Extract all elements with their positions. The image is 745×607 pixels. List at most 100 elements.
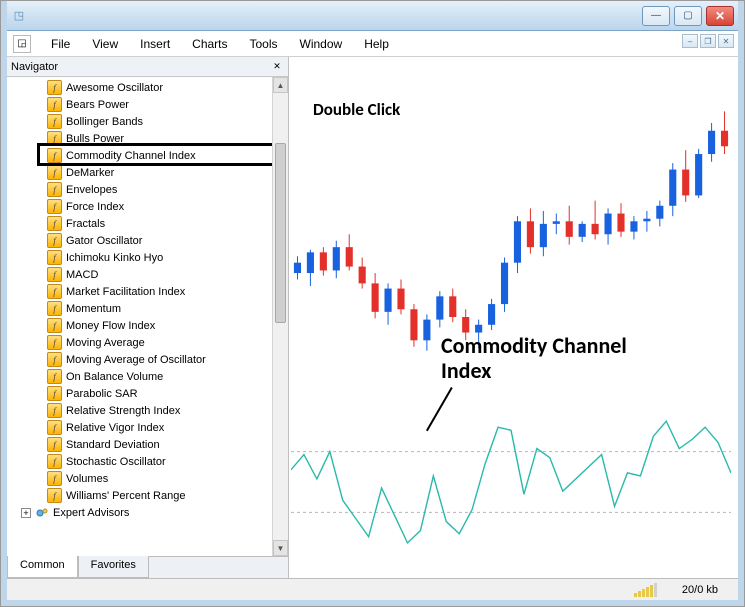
indicator-item[interactable]: fBulls Power xyxy=(15,130,272,147)
indicator-item[interactable]: fGator Oscillator xyxy=(15,232,272,249)
indicator-icon: f xyxy=(47,403,62,418)
tab-favorites[interactable]: Favorites xyxy=(78,556,149,578)
indicator-item[interactable]: f Bears Power xyxy=(15,96,272,113)
indicator-label: Gator Oscillator xyxy=(66,235,142,247)
indicator-icon: f xyxy=(47,148,62,163)
cci-chart xyxy=(291,412,731,552)
indicator-item[interactable]: f Stochastic Oscillator xyxy=(15,453,272,470)
indicator-item[interactable]: f Force Index xyxy=(15,198,272,215)
indicator-item[interactable]: fDeMarker xyxy=(15,164,272,181)
navigator-title-text: Navigator xyxy=(11,61,58,73)
indicator-item[interactable]: f Commodity Channel Index xyxy=(15,147,272,164)
mdi-minimize-button[interactable]: – xyxy=(682,34,698,48)
menu-help[interactable]: Help xyxy=(354,34,399,54)
indicator-icon: f xyxy=(47,284,62,299)
indicator-icon: f xyxy=(47,301,62,316)
indicator-icon: f xyxy=(47,216,62,231)
indicator-item[interactable]: fParabolic SAR xyxy=(15,385,272,402)
indicator-label: Bears Power xyxy=(66,99,129,111)
minimize-button[interactable]: — xyxy=(642,6,670,26)
mdi-restore-button[interactable]: ❐ xyxy=(700,34,716,48)
indicator-item[interactable]: f Ichimoku Kinko Hyo xyxy=(15,249,272,266)
navigator-close-button[interactable]: ✕ xyxy=(270,60,284,74)
indicator-label: Commodity Channel Index xyxy=(66,150,196,162)
chart-area[interactable]: Double Click Commodity Channel Index xyxy=(289,57,738,578)
annotation-cci-label: Commodity Channel Index xyxy=(441,333,627,384)
indicator-item[interactable]: f Awesome Oscillator xyxy=(15,79,272,96)
indicator-icon: f xyxy=(47,114,62,129)
menu-bar: ◲ FileViewInsertChartsToolsWindowHelp – … xyxy=(7,31,738,57)
indicator-item[interactable]: f Relative Strength Index xyxy=(15,402,272,419)
indicator-item[interactable]: f Moving Average xyxy=(15,334,272,351)
navigator-tree[interactable]: f Awesome Oscillator f Bears Power f Bollinge… xyxy=(7,77,272,556)
indicator-item[interactable]: fMoving Average of Oscillator xyxy=(15,351,272,368)
indicator-icon: f xyxy=(47,386,62,401)
indicator-icon: f xyxy=(47,182,62,197)
connection-status-text: 20/0 kb xyxy=(682,584,718,596)
indicator-item[interactable]: f Fractals xyxy=(15,215,272,232)
indicator-item[interactable]: fVolumes xyxy=(15,470,272,487)
indicator-label: DeMarker xyxy=(66,167,114,179)
indicator-icon: f xyxy=(47,369,62,384)
expert-advisors-label: Expert Advisors xyxy=(53,507,129,519)
scroll-down-button[interactable]: ▼ xyxy=(273,540,288,556)
indicator-label: MACD xyxy=(66,269,98,281)
indicator-label: Awesome Oscillator xyxy=(66,82,163,94)
indicator-label: Force Index xyxy=(66,201,124,213)
indicator-icon: f xyxy=(47,267,62,282)
navigator-scrollbar[interactable]: ▲ ▼ xyxy=(272,77,288,556)
indicator-item[interactable]: f Bollinger Bands xyxy=(15,113,272,130)
close-button[interactable]: ✕ xyxy=(706,6,734,26)
indicator-item[interactable]: fWilliams' Percent Range xyxy=(15,487,272,504)
indicator-label: Moving Average of Oscillator xyxy=(66,354,206,366)
indicator-label: Bulls Power xyxy=(66,133,124,145)
menu-insert[interactable]: Insert xyxy=(130,34,180,54)
indicator-label: Envelopes xyxy=(66,184,117,196)
menu-view[interactable]: View xyxy=(82,34,128,54)
tab-common[interactable]: Common xyxy=(7,556,78,578)
menu-charts[interactable]: Charts xyxy=(182,34,237,54)
indicator-label: Ichimoku Kinko Hyo xyxy=(66,252,163,264)
indicator-label: Bollinger Bands xyxy=(66,116,143,128)
indicator-icon: f xyxy=(47,335,62,350)
indicator-item[interactable]: f Relative Vigor Index xyxy=(15,419,272,436)
indicator-item[interactable]: fMarket Facilitation Index xyxy=(15,283,272,300)
title-bar: ◳ — ▢ ✕ xyxy=(7,1,738,31)
status-bar: 20/0 kb xyxy=(7,578,738,600)
indicator-item[interactable]: fMomentum xyxy=(15,300,272,317)
indicator-label: Fractals xyxy=(66,218,105,230)
indicator-label: Moving Average xyxy=(66,337,145,349)
indicator-icon: f xyxy=(47,454,62,469)
indicator-icon: f xyxy=(47,199,62,214)
maximize-button[interactable]: ▢ xyxy=(674,6,702,26)
menu-file[interactable]: File xyxy=(41,34,80,54)
navigator-panel: Navigator ✕ f Awesome Oscillator f Bears Po… xyxy=(7,57,289,578)
expert-advisors-icon xyxy=(35,506,49,520)
scroll-up-button[interactable]: ▲ xyxy=(273,77,288,93)
menu-window[interactable]: Window xyxy=(290,34,353,54)
indicator-label: Relative Strength Index xyxy=(66,405,180,417)
indicator-icon: f xyxy=(47,420,62,435)
indicator-icon: f xyxy=(47,97,62,112)
indicator-label: Volumes xyxy=(66,473,108,485)
indicator-item[interactable]: f MACD xyxy=(15,266,272,283)
indicator-icon: f xyxy=(47,437,62,452)
expand-icon[interactable]: + xyxy=(21,508,31,518)
connection-icon xyxy=(634,583,674,597)
indicator-icon: f xyxy=(47,80,62,95)
menu-tools[interactable]: Tools xyxy=(240,34,288,54)
content-area: Navigator ✕ f Awesome Oscillator f Bears Po… xyxy=(7,57,738,578)
expert-advisors-node[interactable]: + Expert Advisors xyxy=(15,504,272,522)
indicator-item[interactable]: fStandard Deviation xyxy=(15,436,272,453)
indicator-icon: f xyxy=(47,250,62,265)
indicator-item[interactable]: f Envelopes xyxy=(15,181,272,198)
indicator-label: On Balance Volume xyxy=(66,371,163,383)
app-menu-icon[interactable]: ◲ xyxy=(13,35,31,53)
indicator-label: Relative Vigor Index xyxy=(66,422,164,434)
indicator-item[interactable]: fMoney Flow Index xyxy=(15,317,272,334)
indicator-label: Stochastic Oscillator xyxy=(66,456,166,468)
scroll-track[interactable] xyxy=(273,93,288,540)
scroll-thumb[interactable] xyxy=(275,143,286,323)
indicator-item[interactable]: f On Balance Volume xyxy=(15,368,272,385)
mdi-close-button[interactable]: ✕ xyxy=(718,34,734,48)
